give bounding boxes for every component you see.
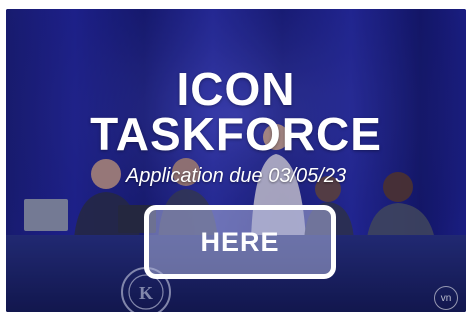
application-due-text: Application due 03/05/23 [125,165,347,187]
vn-logo-icon: vn [434,286,458,310]
event-banner: K ICON TASKFORCE Application due 03/05/2… [6,9,466,312]
banner-title-line2: TASKFORCE [90,108,382,160]
banner-title-line1: ICON [176,63,296,115]
watermark-text: vn [440,292,452,304]
here-button-label: HERE [200,226,280,257]
here-button[interactable]: HERE [144,205,336,279]
